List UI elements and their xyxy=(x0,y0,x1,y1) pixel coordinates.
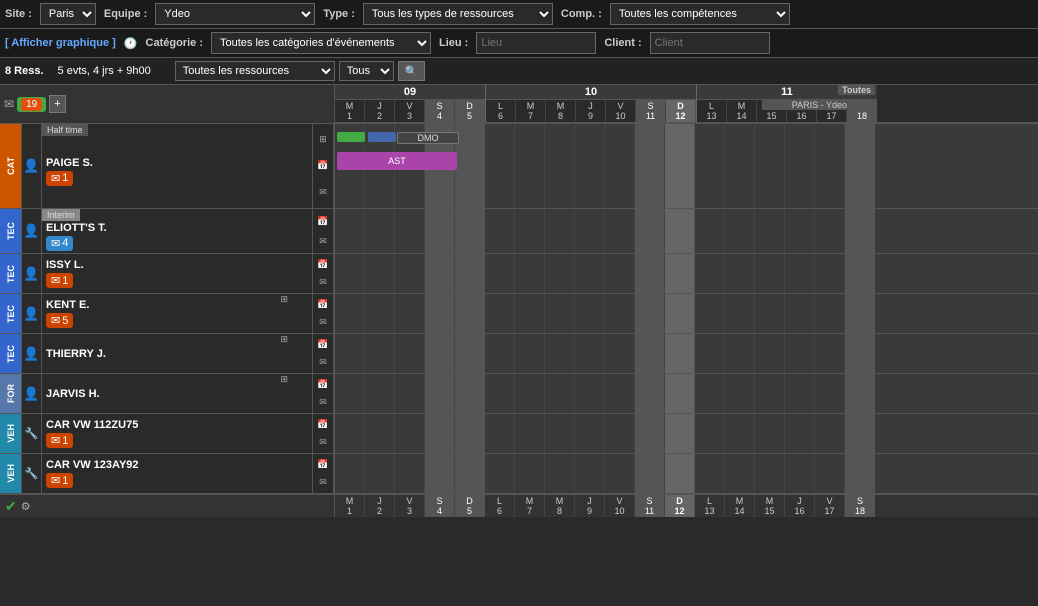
comp-select[interactable]: Toutes les compétences xyxy=(610,3,790,25)
resource-name: JARVIS H. xyxy=(46,388,308,400)
toutes-label: Toutes xyxy=(838,85,875,95)
resize-icon[interactable]: ⊞ xyxy=(319,134,327,145)
resource-name: PAIGE S. xyxy=(46,157,308,169)
type-badge-tec: TEC xyxy=(6,265,16,283)
calendar-icon[interactable]: 📅 xyxy=(317,259,328,270)
type-badge-cat: CAT xyxy=(6,157,16,175)
type-badge-for: FOR xyxy=(6,384,16,403)
clock-icon: 🕐 xyxy=(124,37,138,50)
tous-filter[interactable]: Tous xyxy=(339,61,394,81)
table-row: TEC 👤 ⊞ KENT E. ✉5 📅 ✉ xyxy=(0,294,1038,334)
type-badge-tec: TEC xyxy=(6,305,16,323)
mail-icon[interactable]: ✉ xyxy=(319,437,327,448)
lieu-input[interactable] xyxy=(476,32,596,54)
resource-name: CAR VW 112ZU75 xyxy=(46,419,308,431)
event-dmo[interactable]: DMO xyxy=(397,132,459,144)
resource-badge: ✉5 xyxy=(46,313,73,328)
type-badge-tec: TEC xyxy=(6,345,16,363)
resource-name: ISSY L. xyxy=(46,259,308,271)
calendar-icon[interactable]: 📅 xyxy=(317,379,328,390)
search-button[interactable]: 🔍 xyxy=(398,61,426,81)
mail-icon[interactable]: ✉ xyxy=(319,317,327,328)
categorie-select[interactable]: Toutes les catégories d'événements xyxy=(211,32,431,54)
calendar-icon[interactable]: 📅 xyxy=(317,299,328,310)
resource-badge: ✉1 xyxy=(46,273,73,288)
event-green[interactable] xyxy=(337,132,365,142)
calendar-icon2[interactable]: 📅 xyxy=(317,459,328,470)
calendar-icon[interactable]: 📅 xyxy=(317,339,328,350)
resource-badge: ✉1 xyxy=(46,171,73,186)
categorie-label: Catégorie : xyxy=(146,37,203,49)
interim-tag: Interim xyxy=(42,209,80,221)
resource-badge: ✉1 xyxy=(46,473,73,488)
equipe-select[interactable]: Ydeo xyxy=(155,3,315,25)
comp-label: Comp. : xyxy=(561,8,602,20)
type-select[interactable]: Tous les types de ressources xyxy=(363,3,553,25)
event-ast[interactable]: AST xyxy=(337,152,457,170)
mail-icon2[interactable]: ✉ xyxy=(319,477,327,488)
resource-name: CAR VW 123AY92 xyxy=(46,459,308,471)
person-icon: 👤 xyxy=(22,209,42,253)
notification-badge: 19 xyxy=(17,97,46,112)
resource-name: KENT E. xyxy=(46,299,308,311)
table-row: VEH 🔧 CAR VW 112ZU75 ✉1 📅 ✉ xyxy=(0,414,1038,454)
resource-badge: ✉4 xyxy=(46,236,73,251)
calendar-icon[interactable]: 📅 xyxy=(317,216,328,227)
ress-count: 8 Ress. xyxy=(5,65,44,77)
equipe-label: Equipe : xyxy=(104,8,147,20)
resource-name: ELIOTT'S T. xyxy=(46,222,308,234)
top-bar-row2: [ Afficher graphique ] 🕐 Catégorie : Tou… xyxy=(0,29,1038,58)
type-badge-veh2: VEH xyxy=(6,464,16,483)
site-select[interactable]: Paris xyxy=(40,3,96,25)
table-row: TEC 👤 Interim ELIOTT'S T. ✉4 📅 ✉ xyxy=(0,209,1038,254)
table-row: CAT 👤 Half time PAIGE S. ✉1 ⊞ 📅 ✉ xyxy=(0,124,1038,209)
person-icon: 👤 xyxy=(22,124,42,208)
type-label: Type : xyxy=(323,8,355,20)
mail-header-icon: ✉ xyxy=(4,97,14,111)
lieu-label: Lieu : xyxy=(439,37,468,49)
mail-icon[interactable]: ✉ xyxy=(319,357,327,368)
table-row: FOR 👤 ⊞ JARVIS H. 📅 ✉ xyxy=(0,374,1038,414)
mail-icon[interactable]: ✉ xyxy=(319,397,327,408)
table-row: TEC 👤 ⊞ THIERRY J. 📅 ✉ xyxy=(0,334,1038,374)
calendar-icon[interactable]: 📅 xyxy=(317,419,328,430)
mail-icon[interactable]: ✉ xyxy=(319,277,327,288)
site-label: Site : xyxy=(5,8,32,20)
mail-icon[interactable]: ✉ xyxy=(319,187,327,198)
client-input[interactable] xyxy=(650,32,770,54)
resource-name: THIERRY J. xyxy=(46,348,308,360)
evts-count: 5 evts, 4 jrs + 9h00 xyxy=(58,65,151,77)
resources-filter[interactable]: Toutes les ressources xyxy=(175,61,335,81)
halftime-tag: Half time xyxy=(42,124,88,136)
filter-bar: 8 Ress. 5 evts, 4 jrs + 9h00 Toutes les … xyxy=(0,58,1038,85)
resource-badge: ✉1 xyxy=(46,433,73,448)
type-badge-veh: VEH xyxy=(6,424,16,443)
paris-ydeo-banner: PARIS - Ydeo xyxy=(762,100,877,110)
gear-icon[interactable]: ⚙ xyxy=(21,500,31,513)
mail-icon[interactable]: ✉ xyxy=(319,236,327,247)
type-badge-tec: TEC xyxy=(6,222,16,240)
event-blue[interactable] xyxy=(368,132,396,142)
add-event-button[interactable]: + xyxy=(49,95,65,113)
calendar-icon[interactable]: 📅 xyxy=(317,160,328,171)
table-row: VEH 🔧 CAR VW 123AY92 ✉1 📅 ✉ xyxy=(0,454,1038,494)
client-label: Client : xyxy=(604,37,641,49)
top-bar: Site : Paris Equipe : Ydeo Type : Tous l… xyxy=(0,0,1038,29)
afficher-graphique-link[interactable]: [ Afficher graphique ] xyxy=(5,37,116,49)
table-row: TEC 👤 ISSY L. ✉1 📅 ✉ xyxy=(0,254,1038,294)
checkmark-icon[interactable]: ✔ xyxy=(5,498,17,515)
